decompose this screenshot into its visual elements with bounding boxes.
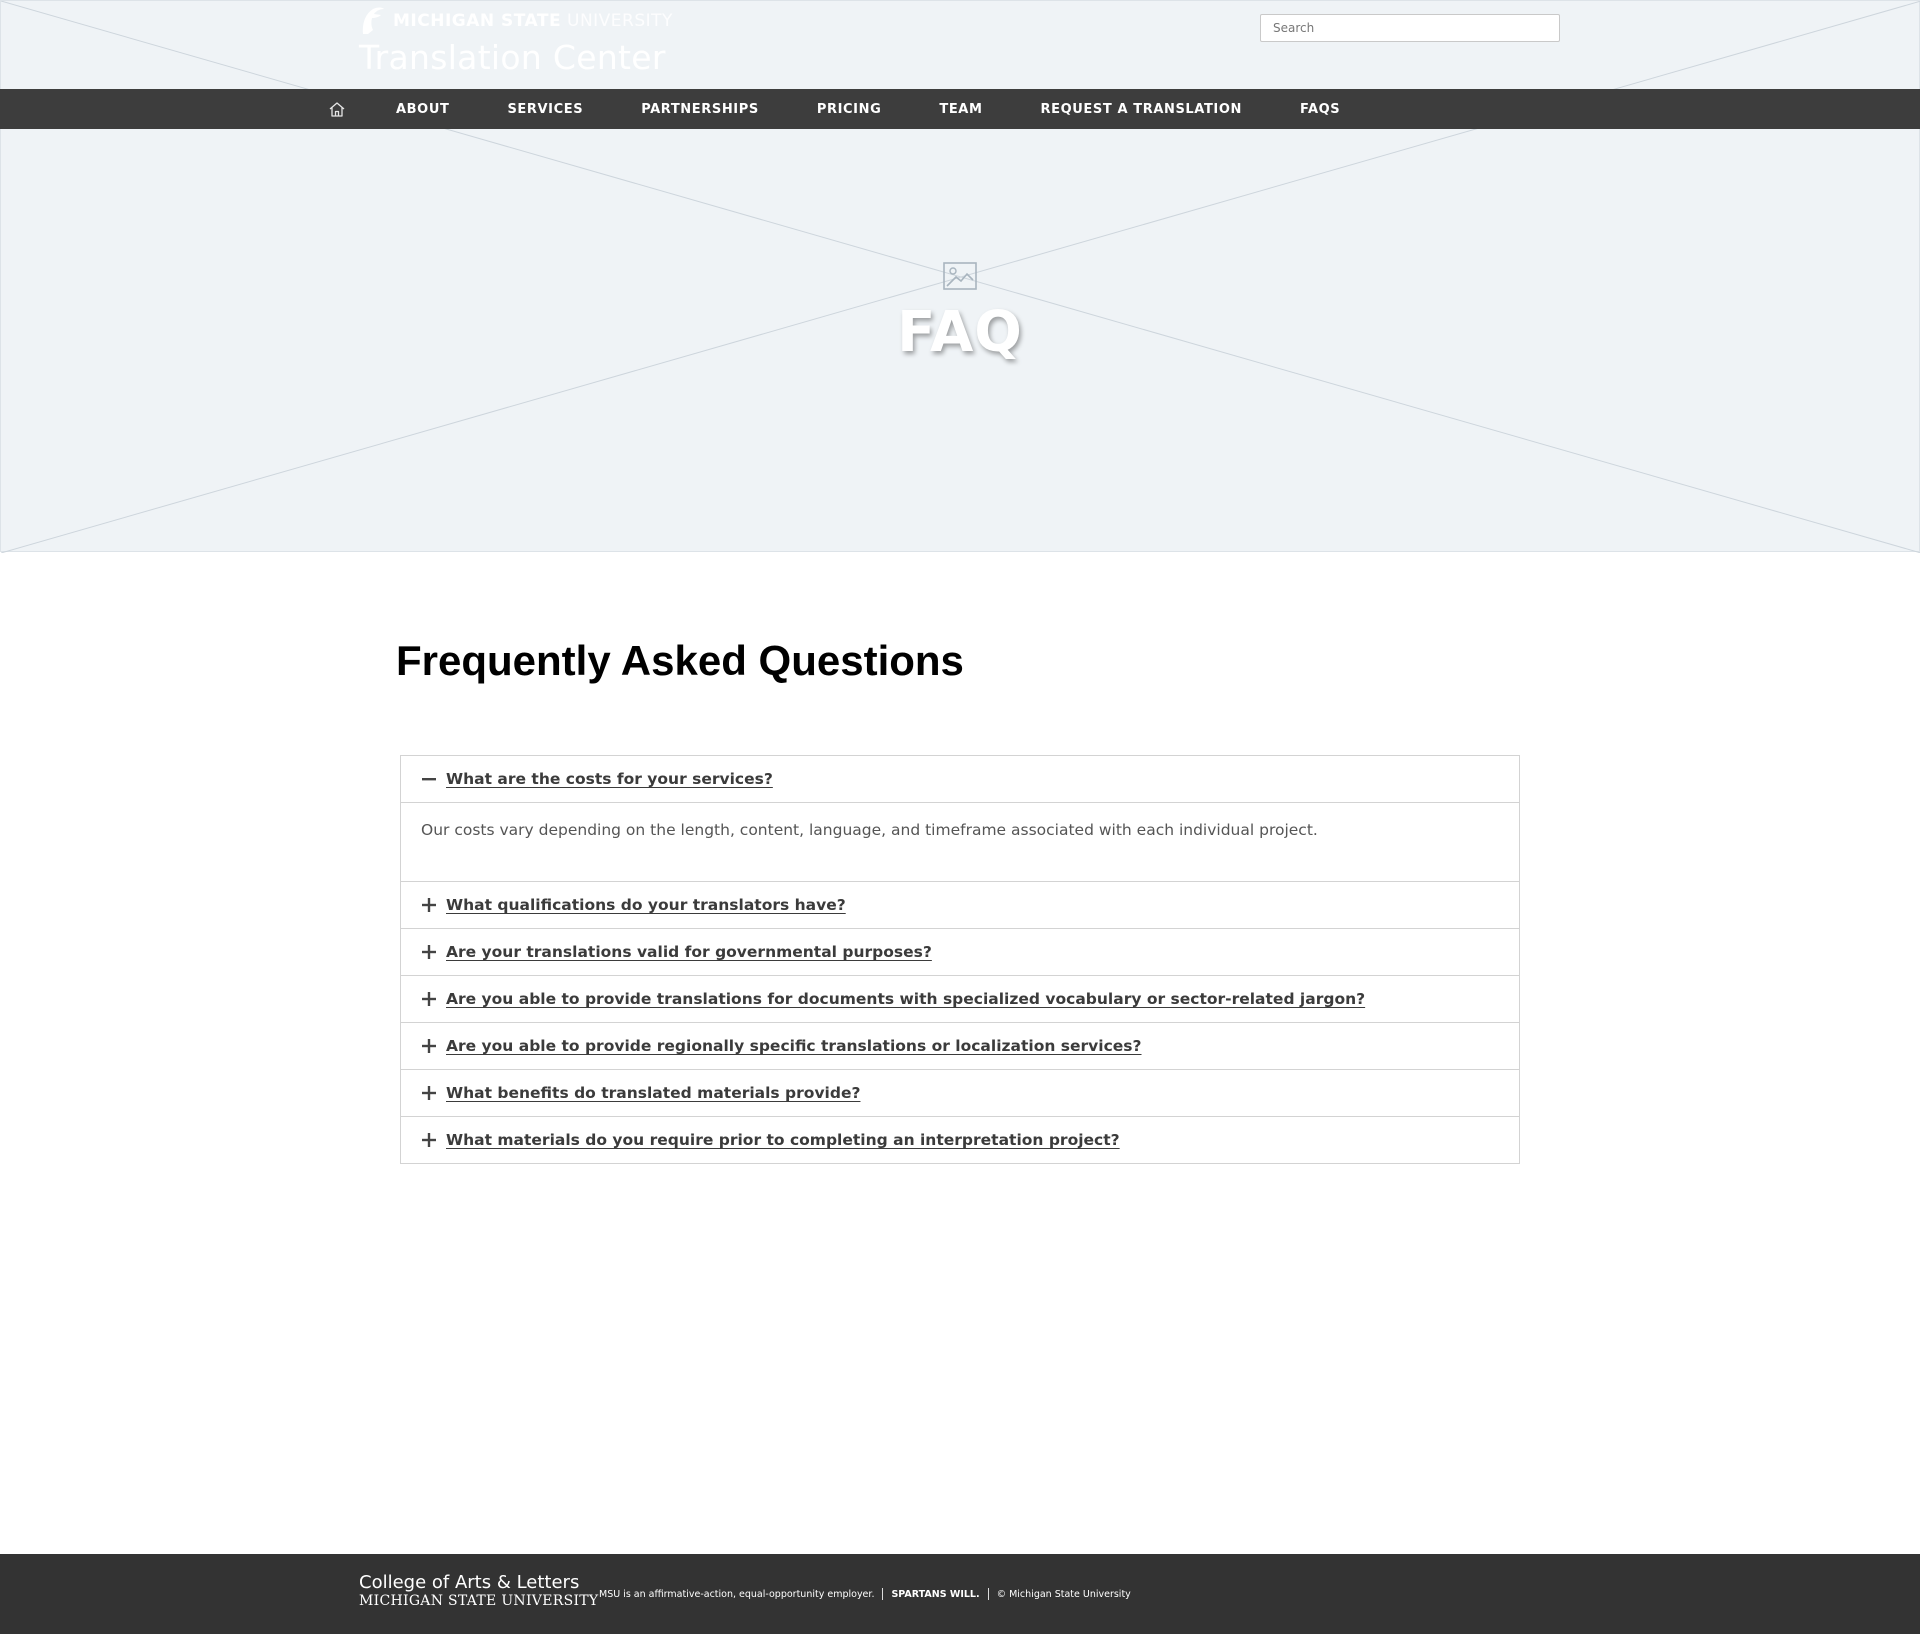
faq-question-header[interactable]: Are you able to provide translations for… [401, 976, 1519, 1022]
faq-question-header[interactable]: Are your translations valid for governme… [401, 929, 1519, 975]
faq-question-header[interactable]: What qualifications do your translators … [401, 882, 1519, 928]
spartan-helmet-icon [359, 6, 385, 36]
faq-question-header[interactable]: What materials do you require prior to c… [401, 1117, 1519, 1163]
hero-title: FAQ [897, 300, 1023, 365]
faq-question-header[interactable]: What benefits do translated materials pr… [401, 1070, 1519, 1116]
main-nav: ABOUT SERVICES PARTNERSHIPS PRICING TEAM… [0, 89, 1920, 129]
footer-eeo-statement: MSU is an affirmative-action, equal-oppo… [599, 1588, 875, 1600]
nav-about[interactable]: ABOUT [396, 102, 449, 117]
nav-pricing[interactable]: PRICING [817, 102, 882, 117]
faq-item: Are you able to provide regionally speci… [401, 1022, 1519, 1069]
faq-accordion: What are the costs for your services? Ou… [400, 755, 1520, 1164]
faq-question[interactable]: What materials do you require prior to c… [446, 1131, 1120, 1149]
home-icon[interactable] [322, 89, 352, 129]
main-nav-inner: ABOUT SERVICES PARTNERSHIPS PRICING TEAM… [322, 89, 1340, 129]
site-footer: College of Arts & Letters MICHIGAN STATE… [0, 1554, 1920, 1634]
plus-icon[interactable] [421, 1085, 437, 1101]
site-header: MICHIGAN STATE UNIVERSITY Translation Ce… [0, 0, 1920, 89]
nav-partnerships[interactable]: PARTNERSHIPS [641, 102, 759, 117]
faq-item: What materials do you require prior to c… [401, 1116, 1519, 1163]
footer-college-logo[interactable]: College of Arts & Letters MICHIGAN STATE… [359, 1573, 598, 1610]
faq-question[interactable]: Are your translations valid for governme… [446, 943, 932, 961]
msu-wordmark: MICHIGAN STATE UNIVERSITY [393, 11, 673, 31]
nav-faqs[interactable]: FAQS [1300, 102, 1340, 117]
faq-question-header[interactable]: Are you able to provide regionally speci… [401, 1023, 1519, 1069]
faq-answer: Our costs vary depending on the length, … [401, 802, 1519, 881]
nav-team[interactable]: TEAM [939, 102, 982, 117]
footer-notes: MSU is an affirmative-action, equal-oppo… [599, 1586, 1131, 1602]
site-title[interactable]: Translation Center [359, 38, 673, 77]
faq-question[interactable]: Are you able to provide regionally speci… [446, 1037, 1142, 1055]
faq-item: Are you able to provide translations for… [401, 975, 1519, 1022]
site-brand[interactable]: MICHIGAN STATE UNIVERSITY Translation Ce… [359, 6, 673, 77]
msu-wordmark-light: UNIVERSITY [567, 11, 673, 31]
faq-question[interactable]: What benefits do translated materials pr… [446, 1084, 860, 1102]
faq-item: What are the costs for your services? Ou… [401, 756, 1519, 881]
msu-wordmark-line: MICHIGAN STATE UNIVERSITY [359, 6, 673, 36]
plus-icon[interactable] [421, 944, 437, 960]
faq-question-header[interactable]: What are the costs for your services? [401, 756, 1519, 802]
page-title: Frequently Asked Questions [396, 637, 964, 684]
footer-divider [987, 1588, 989, 1600]
faq-item: What qualifications do your translators … [401, 881, 1519, 928]
footer-spartans-will: SPARTANS WILL. [891, 1588, 980, 1600]
footer-divider [882, 1588, 884, 1600]
footer-university-name: MICHIGAN STATE UNIVERSITY [359, 1593, 599, 1609]
footer-copyright: © Michigan State University [996, 1588, 1131, 1600]
faq-item: What benefits do translated materials pr… [401, 1069, 1519, 1116]
faq-question[interactable]: What qualifications do your translators … [446, 896, 846, 914]
footer-college-name: College of Arts & Letters [359, 1572, 580, 1593]
faq-question[interactable]: What are the costs for your services? [446, 770, 773, 788]
nav-request-a-translation[interactable]: REQUEST A TRANSLATION [1041, 102, 1242, 117]
faq-question[interactable]: Are you able to provide translations for… [446, 990, 1365, 1008]
plus-icon[interactable] [421, 897, 437, 913]
plus-icon[interactable] [421, 991, 437, 1007]
image-placeholder-icon [943, 262, 977, 295]
minus-icon[interactable] [421, 771, 437, 787]
faq-item: Are your translations valid for governme… [401, 928, 1519, 975]
msu-wordmark-bold: MICHIGAN STATE [393, 11, 562, 31]
nav-services[interactable]: SERVICES [507, 102, 583, 117]
plus-icon[interactable] [421, 1132, 437, 1148]
plus-icon[interactable] [421, 1038, 437, 1054]
search-input[interactable] [1260, 14, 1560, 42]
